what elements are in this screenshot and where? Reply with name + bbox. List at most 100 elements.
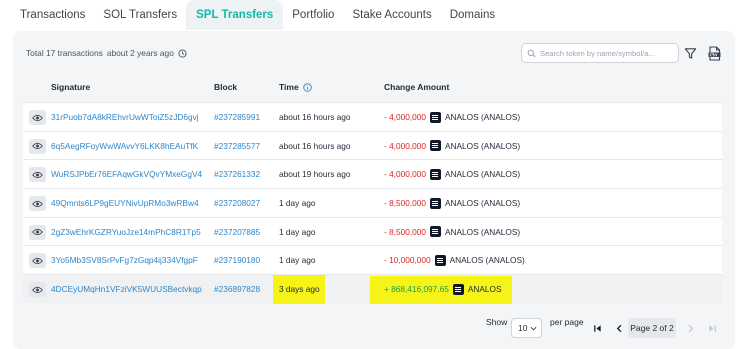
view-details-button[interactable] xyxy=(29,253,46,269)
token-link[interactable]: ANALOS (ANALOS) xyxy=(445,141,520,151)
token-link[interactable]: ANALOS xyxy=(468,284,502,294)
analos-token-icon xyxy=(429,168,441,180)
first-page-icon xyxy=(593,324,601,332)
last-page-icon xyxy=(708,324,716,332)
token-link[interactable]: ANALOS (ANALOS) xyxy=(445,227,520,237)
column-header-signature: Signature xyxy=(51,82,91,92)
page-size-value: 10 xyxy=(518,323,528,333)
signature-link[interactable]: WuRSJPbEr76EFAqwGkVQvYMxeGgV4 xyxy=(51,160,203,188)
tab-domains[interactable]: Domains xyxy=(441,0,504,30)
view-details-button[interactable] xyxy=(29,196,46,212)
filter-icon xyxy=(684,47,696,59)
block-link[interactable]: #237285577 xyxy=(214,141,260,151)
change-amount-text: - 4,000,000 xyxy=(384,169,426,180)
block-link[interactable]: #236897828 xyxy=(214,284,260,294)
chevron-right-icon xyxy=(688,324,693,332)
change-amount-text: - 4,000,000 xyxy=(384,140,426,151)
eye-icon xyxy=(32,286,43,293)
view-details-button[interactable] xyxy=(29,224,46,240)
time-text: 3 days ago xyxy=(279,284,320,295)
next-page-button[interactable] xyxy=(680,318,700,338)
chevron-down-icon xyxy=(530,326,537,330)
previous-page-button[interactable] xyxy=(609,318,629,338)
first-page-button[interactable] xyxy=(587,318,607,338)
transactions-summary: Total 17 transactions about 2 years ago xyxy=(26,48,187,58)
token-link[interactable]: ANALOS (ANALOS) xyxy=(445,198,520,208)
tab-stake-accounts[interactable]: Stake Accounts xyxy=(343,0,440,30)
eye-icon xyxy=(32,114,43,121)
table-row: 2gZ3wEhrKGZRYuoJze14mPhC8R1Tp5 #237207885… xyxy=(23,216,722,246)
table-row: 4DCEyUMqHn1VFziVK5WUUSBectvkqp #236897828… xyxy=(23,274,722,305)
page-size-select[interactable]: 10 xyxy=(511,318,542,338)
table-row: WuRSJPbEr76EFAqwGkVQvYMxeGgV4 #237261332 a… xyxy=(23,159,722,189)
token-search-box[interactable] xyxy=(521,43,679,63)
table-row: 6q5AegRFoyWwWAvvY6LKK8hEAuTfK #237285577 a… xyxy=(23,130,722,160)
clock-icon[interactable] xyxy=(178,48,187,58)
time-text: about 16 hours ago xyxy=(279,140,351,151)
change-amount-text: - 8,500,000 xyxy=(384,198,426,209)
signature-link[interactable]: 6q5AegRFoyWwWAvvY6LKK8hEAuTfK xyxy=(51,132,203,160)
change-amount-text: + 868,416,097.65 xyxy=(384,284,449,295)
view-details-button[interactable] xyxy=(29,282,46,298)
tab-transactions[interactable]: Transactions xyxy=(11,0,94,30)
analos-token-icon xyxy=(452,283,464,295)
table-row: 31rPuob7dA8kREhvrUwWToiZ5zJD6gvj #2372859… xyxy=(23,102,722,131)
analos-token-icon xyxy=(429,111,441,123)
eye-icon xyxy=(32,200,43,207)
signature-link[interactable]: 49Qmnts6LP9gEUYNivUpRMo3wRBw4 xyxy=(51,189,203,217)
current-page-indicator: Page 2 of 2 xyxy=(628,318,676,338)
change-amount-text: - 10,000,000 xyxy=(384,255,431,266)
show-label: Show xyxy=(486,317,508,327)
block-link[interactable]: #237190180 xyxy=(214,255,260,265)
total-transactions-text: Total 17 transactions xyxy=(26,48,103,58)
tab-bar: Transactions SOL Transfers SPL Transfers… xyxy=(0,0,750,30)
last-page-button[interactable] xyxy=(702,318,722,338)
token-link[interactable]: ANALOS (ANALOS) xyxy=(450,255,525,265)
analos-token-icon xyxy=(434,254,446,266)
last-activity-text: about 2 years ago xyxy=(106,48,174,58)
view-details-button[interactable] xyxy=(29,138,46,154)
block-link[interactable]: #237261332 xyxy=(214,169,260,179)
search-icon xyxy=(527,49,536,57)
signature-link[interactable]: 3Yo5Mb3SV8SrPvFg7zGqp4ij334VfgpF xyxy=(51,246,203,274)
change-amount-text: - 8,500,000 xyxy=(384,226,426,237)
view-details-button[interactable] xyxy=(29,110,46,125)
table-row: 3Yo5Mb3SV8SrPvFg7zGqp4ij334VfgpF #2371901… xyxy=(23,245,722,275)
column-header-time: Time xyxy=(279,72,312,102)
signature-link[interactable]: 31rPuob7dA8kREhvrUwWToiZ5zJD6gvj xyxy=(51,103,203,131)
tab-spl-transfers[interactable]: SPL Transfers xyxy=(186,0,284,30)
view-details-button[interactable] xyxy=(29,167,46,183)
spl-transfers-table: Signature Block Time Change Amount 31rPu… xyxy=(23,72,722,305)
eye-icon xyxy=(32,143,43,150)
token-link[interactable]: ANALOS (ANALOS) xyxy=(445,169,520,179)
tab-sol-transfers[interactable]: SOL Transfers xyxy=(94,0,186,30)
csv-file-icon xyxy=(708,45,720,61)
token-search-input[interactable] xyxy=(540,48,678,58)
time-text: 1 day ago xyxy=(279,255,316,266)
column-header-time-label: Time xyxy=(279,82,299,92)
column-header-change-amount: Change Amount xyxy=(384,82,450,92)
info-icon[interactable] xyxy=(302,82,312,92)
token-link[interactable]: ANALOS (ANALOS) xyxy=(445,112,520,122)
filter-button[interactable] xyxy=(681,43,699,63)
export-csv-button[interactable] xyxy=(705,43,723,63)
time-text: 1 day ago xyxy=(279,226,316,237)
block-link[interactable]: #237207885 xyxy=(214,227,260,237)
signature-link[interactable]: 2gZ3wEhrKGZRYuoJze14mPhC8R1Tp5 xyxy=(51,218,203,246)
eye-icon xyxy=(32,171,43,178)
change-amount-text: - 4,000,000 xyxy=(384,112,426,122)
analos-token-icon xyxy=(429,197,441,209)
time-text: about 16 hours ago xyxy=(279,112,351,122)
tab-portfolio[interactable]: Portfolio xyxy=(283,0,343,30)
time-text: about 19 hours ago xyxy=(279,169,351,180)
column-header-block: Block xyxy=(214,82,238,92)
per-page-label: per page xyxy=(550,317,584,327)
block-link[interactable]: #237208027 xyxy=(214,198,260,208)
eye-icon xyxy=(32,257,43,265)
chevron-left-icon xyxy=(616,324,621,332)
block-link[interactable]: #237285991 xyxy=(214,112,260,122)
signature-link[interactable]: 4DCEyUMqHn1VFziVK5WUUSBectvkqp xyxy=(51,275,203,303)
table-header: Signature Block Time Change Amount xyxy=(23,72,722,102)
table-row: 49Qmnts6LP9gEUYNivUpRMo3wRBw4 #237208027 1… xyxy=(23,188,722,217)
analos-token-icon xyxy=(429,140,441,152)
